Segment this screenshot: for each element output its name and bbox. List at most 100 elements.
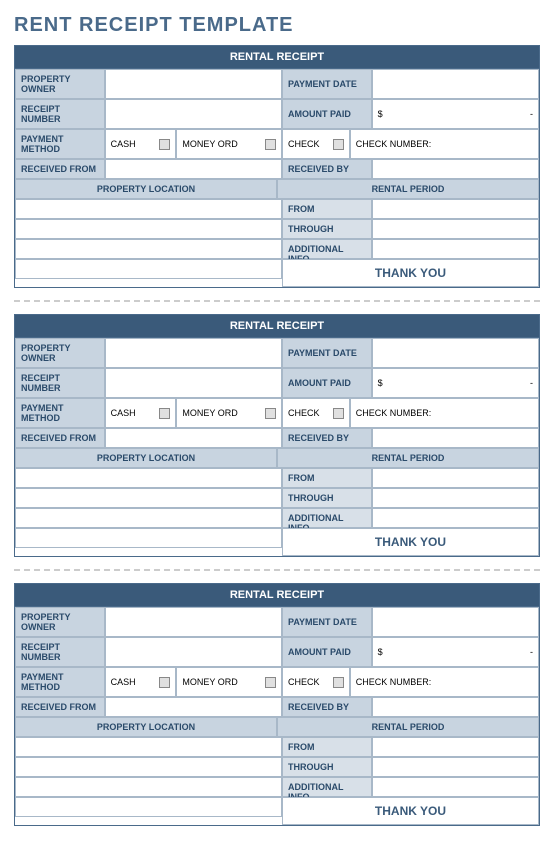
label-received-from: RECEIVED FROM	[15, 428, 105, 448]
checkbox-icon[interactable]	[159, 408, 170, 419]
value-from[interactable]	[372, 737, 539, 757]
label-amount-paid: AMOUNT PAID	[282, 99, 372, 129]
header-property-location: PROPERTY LOCATION	[15, 448, 277, 468]
payment-money-order[interactable]: MONEY ORD	[176, 398, 282, 428]
header-property-location: PROPERTY LOCATION	[15, 717, 277, 737]
check-number[interactable]: CHECK NUMBER:	[350, 667, 539, 697]
receipt-header: RENTAL RECEIPT	[15, 46, 539, 69]
label-additional-info: ADDITIONAL INFO	[282, 508, 372, 528]
value-property-owner[interactable]	[105, 69, 282, 99]
label-payment-method: PAYMENT METHOD	[15, 667, 105, 697]
payment-check[interactable]: CHECK	[282, 667, 350, 697]
property-location-line[interactable]	[15, 757, 282, 777]
rental-receipt: RENTAL RECEIPT PROPERTY OWNER PAYMENT DA…	[14, 314, 540, 557]
rental-receipt: RENTAL RECEIPT PROPERTY OWNER PAYMENT DA…	[14, 583, 540, 826]
property-location-line[interactable]	[15, 199, 282, 219]
property-location-line[interactable]	[15, 797, 282, 817]
label-receipt-number: RECEIPT NUMBER	[15, 368, 105, 398]
property-location-line[interactable]	[15, 488, 282, 508]
value-payment-date[interactable]	[372, 607, 539, 637]
label-property-owner: PROPERTY OWNER	[15, 69, 105, 99]
checkbox-icon[interactable]	[159, 139, 170, 150]
label-amount-paid: AMOUNT PAID	[282, 368, 372, 398]
page-title: RENT RECEIPT TEMPLATE	[14, 14, 540, 37]
value-through[interactable]	[372, 488, 539, 508]
value-received-by[interactable]	[372, 159, 539, 179]
property-location-line[interactable]	[15, 777, 282, 797]
label-from: FROM	[282, 737, 372, 757]
divider	[14, 569, 540, 571]
value-received-by[interactable]	[372, 428, 539, 448]
value-received-from[interactable]	[105, 428, 282, 448]
value-amount-paid[interactable]: $-	[372, 99, 539, 129]
property-location-line[interactable]	[15, 468, 282, 488]
value-amount-paid[interactable]: $-	[372, 368, 539, 398]
value-from[interactable]	[372, 199, 539, 219]
value-through[interactable]	[372, 757, 539, 777]
checkbox-icon[interactable]	[333, 139, 344, 150]
label-received-from: RECEIVED FROM	[15, 697, 105, 717]
value-additional-info[interactable]	[372, 508, 539, 528]
checkbox-icon[interactable]	[333, 408, 344, 419]
divider	[14, 300, 540, 302]
property-location-line[interactable]	[15, 508, 282, 528]
value-additional-info[interactable]	[372, 239, 539, 259]
check-number[interactable]: CHECK NUMBER:	[350, 398, 539, 428]
payment-cash[interactable]: CASH	[105, 398, 177, 428]
label-payment-method: PAYMENT METHOD	[15, 129, 105, 159]
value-property-owner[interactable]	[105, 607, 282, 637]
label-additional-info: ADDITIONAL INFO	[282, 239, 372, 259]
checkbox-icon[interactable]	[265, 677, 276, 688]
thank-you: THANK YOU	[282, 259, 539, 287]
thank-you: THANK YOU	[282, 797, 539, 825]
value-from[interactable]	[372, 468, 539, 488]
check-number[interactable]: CHECK NUMBER:	[350, 129, 539, 159]
label-received-from: RECEIVED FROM	[15, 159, 105, 179]
value-payment-date[interactable]	[372, 69, 539, 99]
value-received-from[interactable]	[105, 697, 282, 717]
label-payment-date: PAYMENT DATE	[282, 338, 372, 368]
value-through[interactable]	[372, 219, 539, 239]
value-property-owner[interactable]	[105, 338, 282, 368]
value-receipt-number[interactable]	[105, 368, 282, 398]
property-location-line[interactable]	[15, 259, 282, 279]
payment-cash[interactable]: CASH	[105, 129, 177, 159]
property-location-line[interactable]	[15, 528, 282, 548]
value-amount-paid[interactable]: $-	[372, 637, 539, 667]
header-rental-period: RENTAL PERIOD	[277, 448, 539, 468]
label-property-owner: PROPERTY OWNER	[15, 607, 105, 637]
value-received-by[interactable]	[372, 697, 539, 717]
label-payment-date: PAYMENT DATE	[282, 69, 372, 99]
payment-money-order[interactable]: MONEY ORD	[176, 667, 282, 697]
label-payment-method: PAYMENT METHOD	[15, 398, 105, 428]
checkbox-icon[interactable]	[333, 677, 344, 688]
label-from: FROM	[282, 468, 372, 488]
checkbox-icon[interactable]	[159, 677, 170, 688]
label-received-by: RECEIVED BY	[282, 428, 372, 448]
thank-you: THANK YOU	[282, 528, 539, 556]
payment-cash[interactable]: CASH	[105, 667, 177, 697]
checkbox-icon[interactable]	[265, 408, 276, 419]
value-additional-info[interactable]	[372, 777, 539, 797]
payment-money-order[interactable]: MONEY ORD	[176, 129, 282, 159]
property-location-line[interactable]	[15, 239, 282, 259]
payment-check[interactable]: CHECK	[282, 398, 350, 428]
value-payment-date[interactable]	[372, 338, 539, 368]
label-receipt-number: RECEIPT NUMBER	[15, 637, 105, 667]
label-through: THROUGH	[282, 488, 372, 508]
label-through: THROUGH	[282, 757, 372, 777]
checkbox-icon[interactable]	[265, 139, 276, 150]
header-property-location: PROPERTY LOCATION	[15, 179, 277, 199]
value-receipt-number[interactable]	[105, 99, 282, 129]
value-receipt-number[interactable]	[105, 637, 282, 667]
property-location-line[interactable]	[15, 737, 282, 757]
label-received-by: RECEIVED BY	[282, 159, 372, 179]
payment-check[interactable]: CHECK	[282, 129, 350, 159]
label-received-by: RECEIVED BY	[282, 697, 372, 717]
label-payment-date: PAYMENT DATE	[282, 607, 372, 637]
value-received-from[interactable]	[105, 159, 282, 179]
receipt-header: RENTAL RECEIPT	[15, 315, 539, 338]
label-additional-info: ADDITIONAL INFO	[282, 777, 372, 797]
header-rental-period: RENTAL PERIOD	[277, 717, 539, 737]
property-location-line[interactable]	[15, 219, 282, 239]
